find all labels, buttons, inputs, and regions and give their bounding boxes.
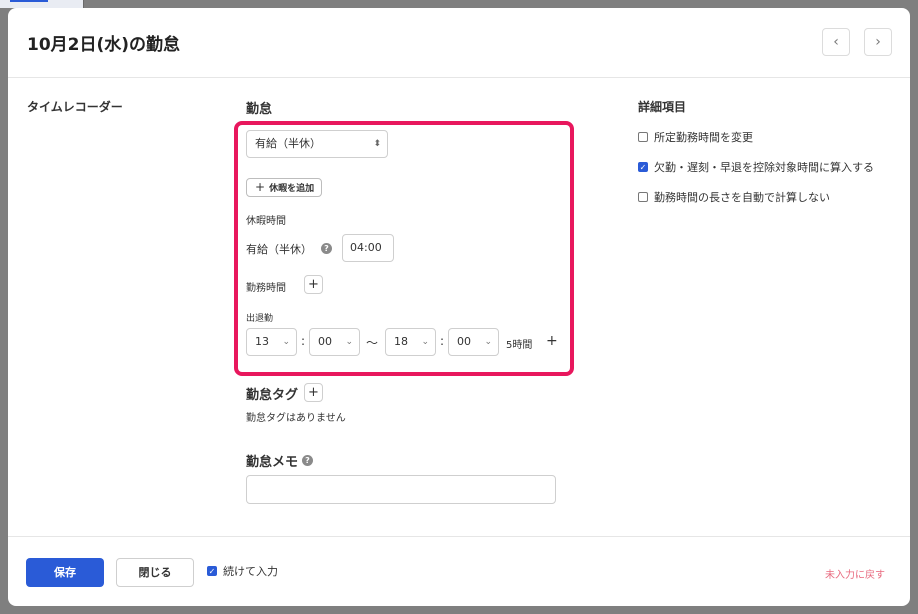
end-minute-select[interactable]: 00 ⌄	[448, 328, 499, 356]
start-hour-select[interactable]: 13 ⌄	[246, 328, 297, 356]
time-colon: :	[440, 334, 445, 348]
plus-icon: +	[546, 333, 558, 349]
add-tag-button[interactable]: +	[304, 383, 323, 402]
attendance-modal: 10月2日(水)の勤怠 ‹ › タイムレコーダー 勤怠 有給（半休） ⬍ + 休暇…	[8, 8, 910, 606]
continue-input-label: 続けて入力	[223, 565, 278, 578]
modal-header: 10月2日(水)の勤怠 ‹ ›	[8, 8, 910, 78]
add-leave-button[interactable]: + 休暇を追加	[246, 178, 323, 197]
change-scheduled-hours-label: 所定勤務時間を変更	[654, 131, 753, 144]
background-tab	[0, 0, 84, 8]
select-arrows-icon: ⬍	[373, 139, 381, 149]
tags-heading: 勤怠タグ	[246, 388, 299, 403]
tags-empty-text: 勤怠タグはありません	[246, 413, 346, 424]
time-colon: :	[301, 334, 306, 348]
memo-input[interactable]	[246, 475, 556, 504]
end-minute-value: 00	[457, 335, 471, 348]
page-title: 10月2日(水)の勤怠	[27, 35, 181, 55]
time-range-separator: 〜	[366, 336, 379, 350]
add-leave-label: 休暇を追加	[269, 184, 315, 194]
start-minute-select[interactable]: 00 ⌄	[309, 328, 360, 356]
time-recorder-label: タイムレコーダー	[27, 100, 123, 114]
plus-icon: +	[255, 180, 266, 194]
continue-input-checkbox[interactable]: ✓	[207, 566, 217, 576]
plus-icon: +	[308, 385, 319, 400]
chevron-left-icon: ‹	[833, 34, 839, 50]
details-heading: 詳細項目	[638, 100, 687, 114]
prev-day-button[interactable]: ‹	[822, 28, 850, 56]
end-hour-value: 18	[394, 335, 408, 348]
attendance-type-select[interactable]: 有給（半休） ⬍	[246, 130, 388, 158]
deduction-checkbox[interactable]: ✓	[638, 162, 648, 172]
chevron-right-icon: ›	[875, 34, 881, 50]
start-minute-value: 00	[318, 335, 332, 348]
deduction-label: 欠勤・遅刻・早退を控除対象時間に算入する	[654, 161, 874, 174]
help-icon[interactable]: ?	[302, 455, 313, 466]
save-button[interactable]: 保存	[26, 558, 104, 587]
work-duration: 5時間	[506, 340, 533, 351]
reset-to-empty-link[interactable]: 未入力に戻す	[825, 566, 885, 581]
memo-heading: 勤怠メモ	[246, 455, 299, 470]
leave-time-label: 休暇時間	[246, 216, 286, 227]
no-auto-calc-checkbox[interactable]	[638, 192, 648, 202]
modal-footer: 保存 閉じる ✓ 続けて入力 未入力に戻す	[8, 536, 910, 606]
attendance-type-value: 有給（半休）	[255, 137, 321, 150]
start-hour-value: 13	[255, 335, 269, 348]
change-scheduled-hours-checkbox[interactable]	[638, 132, 648, 142]
chevron-down-icon: ⌄	[484, 337, 492, 347]
attendance-heading: 勤怠	[246, 102, 273, 117]
plus-icon: +	[308, 277, 319, 292]
next-day-button[interactable]: ›	[864, 28, 892, 56]
close-button[interactable]: 閉じる	[116, 558, 194, 587]
add-work-time-button[interactable]: +	[304, 275, 323, 294]
no-auto-calc-label: 勤務時間の長さを自動で計算しない	[654, 191, 830, 204]
help-icon[interactable]: ?	[321, 243, 332, 254]
add-clock-row-button[interactable]: +	[546, 333, 558, 349]
work-time-label: 勤務時間	[246, 283, 286, 294]
chevron-down-icon: ⌄	[282, 337, 290, 347]
end-hour-select[interactable]: 18 ⌄	[385, 328, 436, 356]
chevron-down-icon: ⌄	[345, 337, 353, 347]
leave-time-input[interactable]: 04:00	[342, 234, 394, 262]
leave-item-label: 有給（半休）	[246, 243, 312, 256]
clock-in-out-label: 出退勤	[246, 314, 274, 324]
chevron-down-icon: ⌄	[421, 337, 429, 347]
